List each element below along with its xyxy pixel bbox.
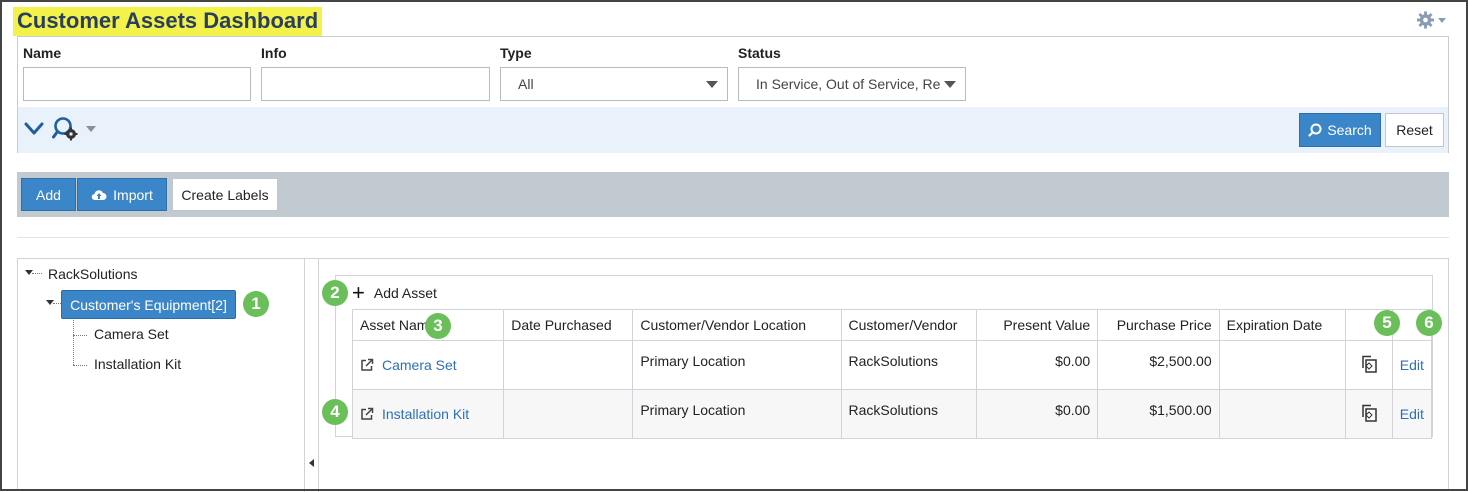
table-cell [503, 340, 634, 390]
reset-button[interactable]: Reset [1385, 113, 1444, 147]
settings-menu[interactable] [1416, 10, 1446, 30]
tree-connector [53, 303, 61, 304]
column-header[interactable]: Date Purchased [503, 309, 634, 341]
asset-tree: RackSolutions Customer's Equipment[2] 1 … [18, 259, 304, 492]
chevron-down-icon [944, 81, 956, 88]
add-button[interactable]: Add [21, 178, 76, 211]
asset-name-cell: Camera Set [351, 340, 505, 390]
create-labels-button[interactable]: Create Labels [172, 178, 278, 211]
plus-icon: + [352, 279, 365, 305]
tree-connector [73, 365, 87, 366]
main-panel: RackSolutions Customer's Equipment[2] 1 … [17, 258, 1449, 492]
callout-badge: 2 [322, 280, 348, 306]
page-title: Customer Assets Dashboard [13, 7, 323, 36]
tree-connector [73, 320, 74, 365]
status-label: Status [738, 45, 781, 61]
table-header-row: Asset Name Date Purchased Customer/Vendo… [351, 309, 1433, 341]
column-header[interactable]: Customer/Vendor [840, 309, 977, 341]
edit-link[interactable]: Edit [1400, 357, 1424, 373]
gear-icon [1416, 11, 1435, 29]
filter-panel: Name Info Type Status All In Service, Ou… [17, 36, 1449, 153]
chevron-down-icon [1438, 17, 1446, 23]
status-select-value: In Service, Out of Service, Re [756, 76, 941, 92]
table-cell [1218, 389, 1346, 439]
column-header[interactable]: Customer/Vendor Location [632, 309, 842, 341]
table-row: Camera Set Primary Location RackSolution… [351, 340, 1433, 390]
cloud-upload-icon [91, 189, 107, 201]
table-cell: Primary Location [632, 389, 842, 439]
action-toolbar: Add Import Create Labels [17, 172, 1449, 217]
tree-connector [32, 273, 42, 274]
name-label: Name [23, 45, 62, 61]
info-label: Info [261, 45, 287, 61]
tree-node-root[interactable]: RackSolutions [48, 266, 138, 282]
asset-grid: 2 + Add Asset Asset Name Date Purchased … [322, 275, 1442, 439]
table-cell: $1,500.00 [1097, 389, 1220, 439]
tree-node-child[interactable]: Installation Kit [94, 356, 181, 372]
column-header[interactable]: Present Value [975, 309, 1099, 341]
callout-badge: 4 [322, 399, 348, 425]
table-cell: Primary Location [632, 340, 842, 390]
type-select[interactable]: All [500, 67, 728, 101]
info-input[interactable] [261, 67, 490, 101]
search-button-label: Search [1327, 122, 1372, 138]
panel-splitter[interactable] [304, 259, 319, 492]
tree-connector [73, 335, 87, 336]
table-cell: $0.00 [975, 389, 1099, 439]
copy-icon[interactable] [1359, 403, 1379, 423]
chevron-down-icon [706, 81, 718, 88]
edit-cell: Edit [1391, 340, 1433, 390]
filter-action-bar: Search Reset [18, 107, 1448, 153]
table-cell: RackSolutions [840, 389, 977, 439]
table-cell: RackSolutions [840, 340, 977, 390]
copy-cell [1344, 340, 1393, 390]
external-link-icon[interactable] [360, 407, 374, 421]
status-select[interactable]: In Service, Out of Service, Re [738, 67, 966, 101]
search-settings-button[interactable] [52, 116, 96, 142]
asset-name-link[interactable]: Installation Kit [382, 406, 469, 422]
asset-name-cell: Installation Kit [351, 389, 505, 439]
type-label: Type [500, 45, 532, 61]
copy-cell [1344, 389, 1393, 439]
tree-node-child[interactable]: Camera Set [94, 326, 169, 342]
column-header[interactable]: Purchase Price [1097, 309, 1220, 341]
import-button[interactable]: Import [77, 178, 167, 211]
add-asset-button[interactable]: + Add Asset [352, 280, 437, 305]
table-cell: $0.00 [975, 340, 1099, 390]
search-button[interactable]: Search [1299, 113, 1381, 147]
asset-table: Asset Name Date Purchased Customer/Vendo… [351, 309, 1433, 439]
name-input[interactable] [23, 67, 251, 101]
callout-badge: 5 [1374, 310, 1400, 336]
callout-badge: 1 [243, 291, 269, 317]
type-select-value: All [518, 76, 534, 92]
callout-badge: 6 [1416, 310, 1442, 336]
tree-node-selected[interactable]: Customer's Equipment[2] [61, 290, 236, 319]
expand-chevron-icon[interactable] [24, 122, 44, 136]
copy-icon[interactable] [1359, 354, 1379, 374]
search-icon [1308, 123, 1322, 137]
callout-badge: 3 [425, 313, 451, 339]
add-asset-label: Add Asset [373, 284, 437, 301]
column-header[interactable]: Expiration Date [1218, 309, 1346, 341]
edit-link[interactable]: Edit [1400, 406, 1424, 422]
table-cell [503, 389, 634, 439]
chevron-down-icon [86, 126, 96, 132]
table-cell [1218, 340, 1346, 390]
asset-name-link[interactable]: Camera Set [382, 357, 457, 373]
edit-cell: Edit [1391, 389, 1433, 439]
external-link-icon[interactable] [360, 358, 374, 372]
table-cell: $2,500.00 [1097, 340, 1220, 390]
import-button-label: Import [113, 186, 153, 203]
table-row: Installation Kit Primary Location RackSo… [351, 389, 1433, 439]
divider [17, 237, 1449, 238]
collapse-left-icon[interactable] [309, 459, 314, 467]
search-settings-icon [52, 117, 78, 141]
